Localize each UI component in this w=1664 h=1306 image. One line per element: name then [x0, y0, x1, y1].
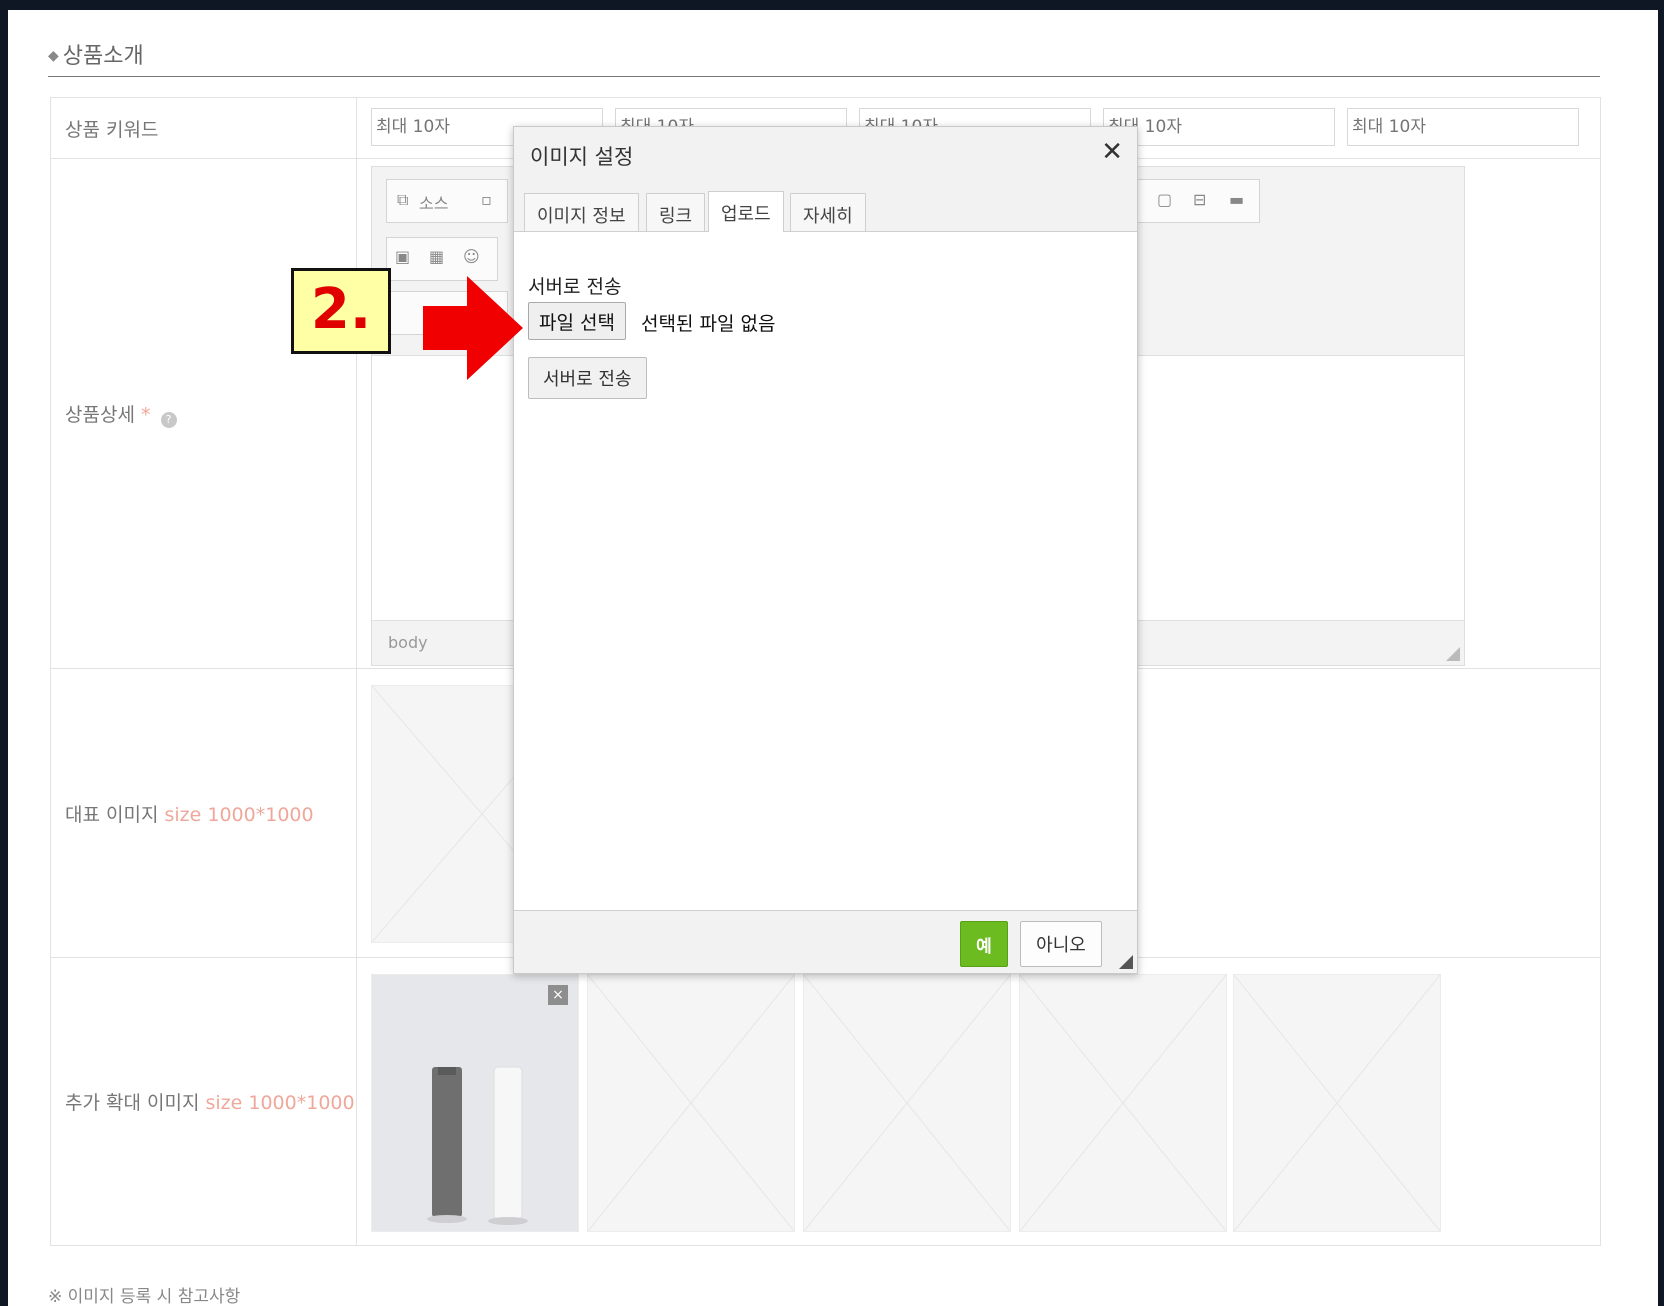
table-icon[interactable]: ▦ [429, 247, 444, 266]
dialog-title: 이미지 설정 [530, 145, 634, 169]
product-photo [427, 1066, 528, 1225]
extra-image-size-hint: size 1000*1000 [205, 1092, 355, 1114]
dialog-header[interactable]: 이미지 설정 ✕ [514, 127, 1137, 183]
step-number-label: 2. [291, 268, 391, 354]
upload-label: 서버로 전송 [528, 276, 622, 298]
button-icon[interactable]: ▬ [1229, 190, 1244, 209]
image-note: ※ 이미지 등록 시 참고사항 [48, 1287, 241, 1306]
dialog-footer: 예 아니오 [514, 910, 1137, 973]
toolbar-insert-group: ▣ ▦ ☺ [386, 237, 498, 281]
source-icon: ⧉ [397, 190, 409, 209]
bullet-icon: ◆ [48, 48, 59, 64]
dialog-resize-handle[interactable] [1119, 955, 1133, 969]
required-mark: * [140, 403, 151, 426]
remove-image-button[interactable]: × [548, 985, 568, 1005]
placeholder-cross [588, 975, 794, 1231]
keyword-input-5[interactable] [1347, 108, 1579, 146]
extra-image-3[interactable] [803, 974, 1011, 1232]
extra-image-label: 추가 확대 이미지 size 1000*1000 [50, 957, 357, 1246]
element-path[interactable]: body [388, 633, 428, 652]
extra-image-4[interactable] [1019, 974, 1227, 1232]
section-divider [48, 76, 1600, 77]
keyword-label: 상품 키워드 [50, 97, 357, 159]
extra-image-cell: × [356, 957, 1601, 1246]
textarea-icon[interactable]: ▢ [1157, 190, 1172, 209]
tab-upload[interactable]: 업로드 [708, 191, 784, 233]
placeholder-cross [1234, 975, 1440, 1231]
toolbar-source-label: 소스 [419, 194, 449, 213]
extra-image-row: 추가 확대 이미지 size 1000*1000 × [50, 957, 1601, 1246]
file-status: 선택된 파일 없음 [641, 313, 776, 335]
red-arrow-icon [423, 276, 523, 380]
tab-image-info[interactable]: 이미지 정보 [524, 193, 639, 231]
toolbar-source-group[interactable]: ⧉ 소스 ▫ [386, 179, 508, 223]
preview-icon[interactable]: ▫ [481, 190, 492, 209]
help-icon[interactable]: ? [160, 411, 177, 428]
tab-advanced[interactable]: 자세히 [790, 193, 866, 231]
ok-button[interactable]: 예 [960, 921, 1008, 967]
image-settings-dialog: 이미지 설정 ✕ 이미지 정보 링크 업로드 자세히 서버로 전송 파일 선택 … [513, 126, 1138, 974]
extra-image-1[interactable]: × [371, 974, 579, 1232]
page: ◆상품소개 상품 키워드 상품상세 * ? [8, 10, 1658, 1306]
placeholder-cross [804, 975, 1010, 1231]
main-image-label: 대표 이미지 size 1000*1000 [50, 668, 357, 958]
file-select-button[interactable]: 파일 선택 [528, 302, 626, 340]
main-image-size-hint: size 1000*1000 [164, 803, 314, 826]
placeholder-cross [1020, 975, 1226, 1231]
smiley-icon[interactable]: ☺ [463, 247, 480, 266]
close-icon[interactable]: ✕ [1101, 137, 1123, 167]
cancel-button[interactable]: 아니오 [1020, 921, 1102, 967]
extra-image-5[interactable] [1233, 974, 1441, 1232]
dialog-tabs: 이미지 정보 링크 업로드 자세히 [514, 183, 1137, 233]
tab-link[interactable]: 링크 [646, 193, 706, 231]
extra-image-2[interactable] [587, 974, 795, 1232]
send-to-server-button[interactable]: 서버로 전송 [528, 357, 647, 399]
dialog-body: 서버로 전송 파일 선택 선택된 파일 없음 서버로 전송 [514, 232, 1137, 912]
select-icon[interactable]: ⊟ [1193, 190, 1206, 209]
image-icon[interactable]: ▣ [395, 247, 410, 266]
section-title: ◆ 상품소개 [48, 44, 144, 69]
detail-label: 상품상세 * ? [50, 158, 357, 669]
resize-handle[interactable] [1446, 647, 1460, 661]
